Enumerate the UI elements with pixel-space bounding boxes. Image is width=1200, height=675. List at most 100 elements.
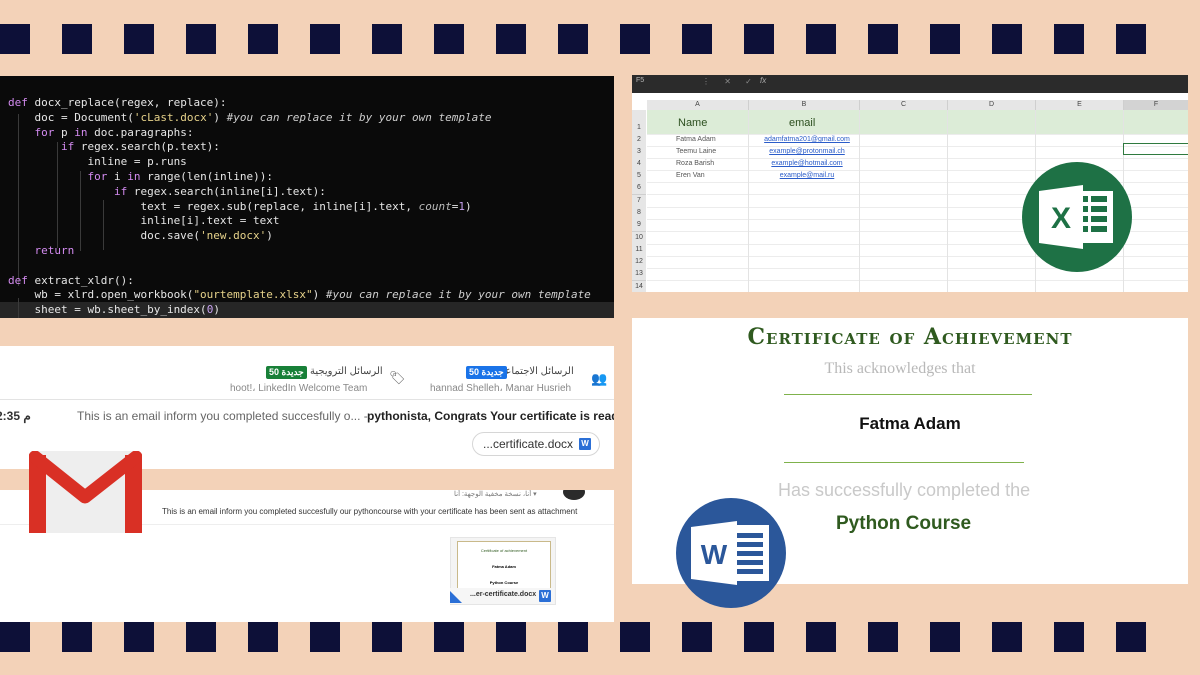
row-header-9[interactable]: 9 bbox=[632, 219, 646, 232]
word-logo-letter: W bbox=[701, 539, 728, 570]
film-hole bbox=[682, 622, 712, 652]
certificate-acknowledges: This acknowledges that bbox=[824, 360, 976, 377]
header-name-cell[interactable]: Name bbox=[678, 117, 707, 129]
header-email-cell[interactable]: email bbox=[789, 117, 815, 129]
code-line: doc = Document('cLast.docx') #you can re… bbox=[8, 110, 492, 124]
grid-line bbox=[647, 158, 1188, 159]
film-hole bbox=[310, 622, 340, 652]
grid-line bbox=[748, 110, 749, 292]
email-subject[interactable]: pythonista, Congrats Your certificate is… bbox=[367, 409, 614, 423]
film-hole bbox=[558, 622, 588, 652]
category-social-badge: 50 جديدة bbox=[466, 366, 507, 379]
film-hole bbox=[124, 622, 154, 652]
grid-line bbox=[859, 110, 860, 292]
code-line: if regex.search(inline[i].text): bbox=[113, 184, 326, 198]
word-file-icon: W bbox=[579, 438, 591, 450]
film-strip-top bbox=[0, 24, 1200, 54]
film-hole bbox=[868, 24, 898, 54]
email-cell[interactable]: adamfatma201@gmail.com bbox=[756, 136, 858, 143]
row-header-14[interactable]: 14 bbox=[632, 281, 646, 292]
category-social-label[interactable]: الرسائل الاجتماعية bbox=[497, 366, 574, 377]
formula-bar: F5 ⋮ ✕ ✓ fx bbox=[632, 75, 1188, 93]
column-header-a[interactable]: A bbox=[647, 100, 749, 110]
film-hole bbox=[1054, 24, 1084, 54]
film-hole bbox=[806, 622, 836, 652]
attachment-chip[interactable]: ...certificate.docx W bbox=[472, 432, 600, 456]
grid-line bbox=[647, 134, 1188, 135]
film-hole bbox=[1054, 622, 1084, 652]
film-hole bbox=[992, 622, 1022, 652]
film-hole bbox=[1116, 24, 1146, 54]
people-icon[interactable]: 👥 bbox=[591, 371, 607, 387]
formula-bar-icons[interactable]: ⋮ ✕ ✓ bbox=[702, 77, 758, 86]
code-line: return bbox=[34, 244, 75, 257]
film-hole bbox=[496, 24, 526, 54]
certificate-completed-text: Has successfully completed the bbox=[778, 480, 1031, 500]
film-hole bbox=[992, 24, 1022, 54]
attachment-name-bar[interactable]: ...er-certificate.docx W bbox=[450, 588, 554, 604]
film-hole bbox=[744, 622, 774, 652]
code-editor-panel: def docx_replace(regex, replace): doc = … bbox=[0, 76, 614, 318]
name-cell[interactable]: Teemu Laine bbox=[676, 148, 716, 155]
certificate-course: Python Course bbox=[836, 513, 972, 534]
name-box[interactable]: F5 bbox=[636, 77, 690, 88]
certificate-recipient: Fatma Adam bbox=[859, 414, 961, 433]
film-hole bbox=[372, 24, 402, 54]
column-header-b[interactable]: B bbox=[749, 100, 860, 110]
film-hole bbox=[372, 622, 402, 652]
selected-cell[interactable] bbox=[1123, 143, 1188, 155]
film-hole bbox=[0, 622, 30, 652]
email-cell[interactable]: example@hotmail.com bbox=[756, 160, 858, 167]
film-strip-bottom bbox=[0, 622, 1200, 652]
divider-line bbox=[784, 462, 1024, 463]
film-hole bbox=[620, 24, 650, 54]
film-hole bbox=[434, 24, 464, 54]
fx-icon[interactable]: fx bbox=[760, 76, 766, 85]
film-hole bbox=[496, 622, 526, 652]
film-hole bbox=[806, 24, 836, 54]
attachment-chip-label: ...certificate.docx bbox=[483, 437, 574, 451]
excel-logo-icon: X bbox=[1022, 162, 1132, 272]
grid-line bbox=[647, 280, 1188, 281]
grid-line bbox=[647, 146, 1188, 147]
corner-fold-icon bbox=[450, 591, 462, 603]
film-hole bbox=[62, 622, 92, 652]
thumbnail-course: Python Course bbox=[489, 580, 519, 585]
email-cell[interactable]: example@protonmail.ch bbox=[756, 148, 858, 155]
email-cell[interactable]: example@mail.ru bbox=[756, 172, 858, 179]
column-header-e[interactable]: E bbox=[1036, 100, 1124, 110]
film-hole bbox=[124, 24, 154, 54]
code-line: for i in range(len(inline)): bbox=[87, 170, 273, 183]
film-hole bbox=[434, 622, 464, 652]
film-hole bbox=[62, 24, 92, 54]
name-cell[interactable]: Roza Barish bbox=[676, 160, 714, 167]
email-snippet[interactable]: This is an email inform you completed su… bbox=[77, 409, 368, 423]
email-time: 2:35 م bbox=[0, 409, 31, 423]
grid-line bbox=[947, 110, 948, 292]
code-line: inline = p.runs bbox=[8, 155, 187, 169]
code-line: def extract_xldr(): bbox=[8, 273, 134, 287]
column-header-d[interactable]: D bbox=[948, 100, 1036, 110]
row-header-6[interactable]: 6 bbox=[632, 182, 646, 195]
column-header-c[interactable]: C bbox=[860, 100, 948, 110]
film-hole bbox=[248, 24, 278, 54]
code-line: if regex.search(p.text): bbox=[60, 140, 220, 154]
code-line: doc.save('new.docx') bbox=[8, 229, 273, 243]
category-promotions-badge: 50 جديدة bbox=[266, 366, 307, 379]
row-header-13[interactable]: 13 bbox=[632, 268, 646, 281]
word-logo-icon: W bbox=[676, 498, 786, 608]
tag-icon[interactable]: 🏷 bbox=[389, 370, 406, 386]
film-hole bbox=[310, 24, 340, 54]
film-hole bbox=[558, 24, 588, 54]
category-promotions-label[interactable]: الرسائل الترويجية bbox=[310, 366, 383, 377]
column-header-f[interactable]: F bbox=[1124, 100, 1188, 110]
row-header-1[interactable]: 1 bbox=[632, 110, 646, 135]
message-recipients[interactable]: أنا، نسخة مخفية الوجهة: أنا ▾ bbox=[454, 490, 537, 498]
name-cell[interactable]: Fatma Adam bbox=[676, 136, 716, 143]
code-line: inline[i].text = text bbox=[8, 214, 280, 228]
film-hole bbox=[1116, 622, 1146, 652]
excel-logo-letter: X bbox=[1051, 202, 1071, 235]
name-cell[interactable]: Eren Van bbox=[676, 172, 705, 179]
thumbnail-title: Certificate of achievement bbox=[480, 548, 528, 553]
word-file-icon: W bbox=[539, 590, 551, 602]
